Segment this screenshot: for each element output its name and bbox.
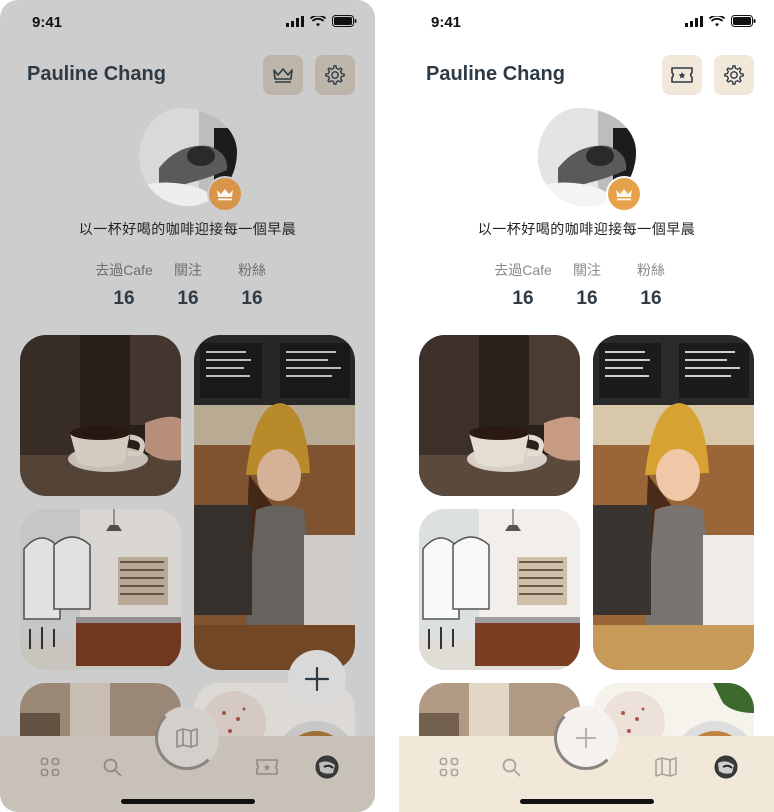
plus-icon xyxy=(576,728,596,748)
gear-icon xyxy=(724,65,744,85)
screen-profile: 9:41 Pauline Chang 以一杯好喝的咖啡迎接每一個早晨 去過Caf… xyxy=(399,0,774,812)
stat-value: 16 xyxy=(576,288,598,309)
avatar xyxy=(315,755,339,779)
crown-icon xyxy=(273,68,293,83)
avatar xyxy=(714,755,738,779)
stat-label: 去過Cafe xyxy=(95,262,153,278)
add-post-button[interactable] xyxy=(288,650,346,708)
grid-icon xyxy=(40,757,60,777)
home-indicator xyxy=(121,799,255,804)
profile-bio: 以一杯好喝的咖啡迎接每一個早晨 xyxy=(477,221,696,237)
status-time: 9:41 xyxy=(32,14,63,31)
map-icon xyxy=(655,757,677,777)
map-icon xyxy=(176,728,198,748)
premium-badge xyxy=(207,176,243,212)
plus-icon xyxy=(304,666,330,692)
crown-icon xyxy=(616,189,632,201)
stat-value: 16 xyxy=(512,288,534,309)
premium-badge xyxy=(606,176,642,212)
stat-label: 去過Cafe xyxy=(494,262,552,278)
stat-following[interactable]: 關注 16 xyxy=(567,260,607,310)
signal-icon xyxy=(286,15,304,27)
tab-feed[interactable] xyxy=(38,755,62,779)
search-icon xyxy=(502,758,521,777)
tab-search[interactable] xyxy=(100,755,124,779)
gear-icon xyxy=(325,65,345,85)
photo-barista[interactable] xyxy=(194,335,355,670)
status-icons xyxy=(685,15,756,27)
photo-coffee-cup[interactable] xyxy=(20,335,181,496)
stat-visited-cafes[interactable]: 去過Cafe 16 xyxy=(491,260,555,310)
stat-value: 16 xyxy=(241,288,263,309)
status-bar: 9:41 xyxy=(399,0,774,44)
stat-value: 16 xyxy=(640,288,662,309)
home-indicator xyxy=(520,799,654,804)
ticket-icon xyxy=(256,759,278,775)
signal-icon xyxy=(685,15,703,27)
tab-map[interactable] xyxy=(155,706,219,770)
tab-profile[interactable] xyxy=(315,755,339,779)
stat-label: 關注 xyxy=(174,262,202,278)
tab-add[interactable] xyxy=(554,706,618,770)
stat-label: 粉絲 xyxy=(238,262,266,278)
ticket-icon xyxy=(671,67,693,83)
battery-icon xyxy=(332,15,357,27)
profile-name: Pauline Chang xyxy=(27,63,166,85)
search-icon xyxy=(103,758,122,777)
grid-icon xyxy=(439,757,459,777)
photo-cafe-interior[interactable] xyxy=(20,509,181,670)
crown-button[interactable] xyxy=(263,55,303,95)
tab-search[interactable] xyxy=(499,755,523,779)
screen-profile-dimmed: 9:41 Pauline Chang 以一杯好喝的咖啡迎接每一個早晨 去過Caf… xyxy=(0,0,375,812)
photo-coffee-cup[interactable] xyxy=(419,335,580,496)
profile-avatar[interactable] xyxy=(139,108,243,212)
status-time: 9:41 xyxy=(431,14,462,31)
tab-feed[interactable] xyxy=(437,755,461,779)
profile-name: Pauline Chang xyxy=(426,63,565,85)
profile-bio: 以一杯好喝的咖啡迎接每一個早晨 xyxy=(78,221,297,237)
photo-cafe-interior[interactable] xyxy=(419,509,580,670)
tab-map[interactable] xyxy=(654,755,678,779)
stat-value: 16 xyxy=(177,288,199,309)
stat-label: 粉絲 xyxy=(637,262,665,278)
stat-value: 16 xyxy=(113,288,135,309)
wifi-icon xyxy=(310,15,326,26)
stat-following[interactable]: 關注 16 xyxy=(168,260,208,310)
stat-followers[interactable]: 粉絲 16 xyxy=(631,260,671,310)
photo-barista[interactable] xyxy=(593,335,754,670)
stat-followers[interactable]: 粉絲 16 xyxy=(232,260,272,310)
crown-icon xyxy=(217,189,233,201)
settings-button[interactable] xyxy=(714,55,754,95)
tab-tickets[interactable] xyxy=(255,755,279,779)
battery-icon xyxy=(731,15,756,27)
stat-label: 關注 xyxy=(573,262,601,278)
tab-profile[interactable] xyxy=(714,755,738,779)
profile-avatar[interactable] xyxy=(538,108,642,212)
stat-visited-cafes[interactable]: 去過Cafe 16 xyxy=(92,260,156,310)
status-bar: 9:41 xyxy=(0,0,375,44)
tickets-button[interactable] xyxy=(662,55,702,95)
status-icons xyxy=(286,15,357,27)
wifi-icon xyxy=(709,15,725,26)
settings-button[interactable] xyxy=(315,55,355,95)
